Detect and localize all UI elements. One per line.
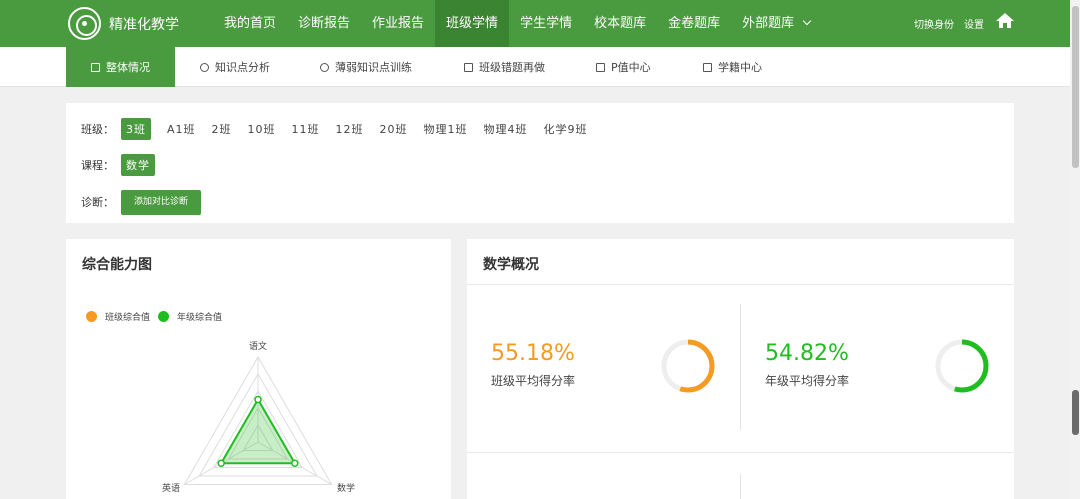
logo[interactable]: 精准化教学 [68, 7, 179, 40]
page-scrollbar[interactable] [1070, 0, 1080, 499]
class-average-value: 55.18% [491, 341, 575, 366]
image-icon [464, 62, 473, 72]
stat-divider-lower [740, 474, 741, 499]
class-average-ring [661, 339, 715, 393]
overview-card-title: 数学概况 [483, 257, 539, 273]
legend-dot-grade [158, 311, 170, 322]
subnav-overall[interactable]: 整体情况 [66, 47, 175, 87]
class-option[interactable]: 20班 [380, 118, 408, 140]
grade-average-ring [935, 339, 989, 393]
nav-external-label: 外部题库 [742, 16, 795, 31]
class-option[interactable]: 物理1班 [424, 118, 468, 140]
switch-identity-link[interactable]: 切换身份 [914, 16, 954, 31]
class-option[interactable]: A1班 [167, 118, 196, 140]
book-icon [703, 62, 712, 72]
subnav-weak-training[interactable]: 薄弱知识点训练 [320, 47, 412, 87]
picture-icon [596, 62, 605, 72]
radar-series [217, 395, 299, 467]
subnav-p-value[interactable]: P值中心 [596, 47, 651, 87]
logo-icon [68, 7, 101, 40]
nav-student-analysis[interactable]: 学生学情 [509, 0, 583, 47]
class-option[interactable]: 2班 [212, 118, 232, 140]
class-option[interactable]: 物理4班 [484, 118, 528, 140]
grade-average-stat: 54.82% 年级平均得分率 [765, 341, 849, 389]
class-option[interactable]: 11班 [292, 118, 320, 140]
nav-home[interactable]: 我的首页 [213, 0, 287, 47]
grade-average-value: 54.82% [765, 341, 849, 366]
chevron-down-icon [802, 16, 812, 26]
radar-chart: 语文 数学 英语 [162, 340, 355, 494]
grade-average-label: 年级平均得分率 [765, 374, 850, 388]
subnav-mistakes-label: 班级错题再做 [479, 61, 545, 74]
subnav-class-mistakes[interactable]: 班级错题再做 [464, 47, 545, 87]
report-icon [91, 62, 100, 72]
subnav-knowledge-label: 知识点分析 [215, 61, 270, 74]
radar-point[interactable] [217, 459, 225, 467]
nav-diagnosis-report[interactable]: 诊断报告 [287, 0, 361, 47]
subnav-knowledge-analysis[interactable]: 知识点分析 [200, 47, 270, 87]
legend-item-class[interactable]: 班级综合值 [86, 310, 150, 323]
diagnosis-filter-row: 诊断： 添加对比诊断 [81, 189, 202, 215]
chart-legend: 班级综合值 年级综合值 [86, 310, 230, 323]
subnav-p-value-label: P值中心 [611, 61, 651, 74]
row-divider [467, 452, 1014, 453]
class-average-label: 班级平均得分率 [491, 374, 576, 388]
stat-divider [740, 304, 741, 430]
crosshair-icon [320, 62, 329, 72]
subnav-student-records[interactable]: 学籍中心 [703, 47, 762, 87]
filter-panel: 班级： 3班 A1班 2班 10班 11班 12班 20班 物理1班 物理4班 … [66, 103, 1014, 223]
class-average-stat: 55.18% 班级平均得分率 [491, 341, 575, 389]
nav-school-question-bank[interactable]: 校本题库 [583, 0, 657, 47]
radar-series-area [219, 397, 297, 465]
class-filter-row: 班级： 3班 A1班 2班 10班 11班 12班 20班 物理1班 物理4班 … [81, 118, 604, 140]
class-option[interactable]: 3班 [121, 118, 151, 140]
legend-dot-class [86, 311, 97, 322]
radar-axis-label: 英语 [162, 482, 180, 494]
subnav-overall-label: 整体情况 [106, 61, 150, 74]
radar-axis-label: 语文 [249, 340, 267, 352]
add-compare-diagnosis-button[interactable]: 添加对比诊断 [121, 189, 202, 215]
legend-item-grade[interactable]: 年级综合值 [158, 310, 222, 323]
sub-navbar: 整体情况 知识点分析 薄弱知识点训练 班级错题再做 P值中心 学籍中心 [0, 47, 1080, 87]
nav-gold-question-bank[interactable]: 金卷题库 [657, 0, 731, 47]
nav-external-question-bank[interactable]: 外部题库 [731, 0, 821, 47]
class-option[interactable]: 10班 [248, 118, 276, 140]
card-title-divider [467, 284, 1014, 285]
top-navbar: 精准化教学 我的首页 诊断报告 作业报告 班级学情 学生学情 校本题库 金卷题库… [0, 0, 1080, 47]
home-icon[interactable] [996, 12, 1014, 29]
class-filter-label: 班级： [81, 123, 114, 136]
scrollbar-thumb-secondary[interactable] [1072, 390, 1079, 435]
ability-card-title: 综合能力图 [82, 257, 152, 273]
class-option[interactable]: 化学9班 [544, 118, 588, 140]
nav-class-analysis[interactable]: 班级学情 [435, 0, 510, 47]
course-option[interactable]: 数学 [121, 154, 155, 176]
radar-point[interactable] [291, 459, 299, 467]
radar-point[interactable] [254, 395, 262, 404]
course-filter-row: 课程： 数学 [81, 154, 171, 176]
main-nav: 我的首页 诊断报告 作业报告 班级学情 学生学情 校本题库 金卷题库 外部题库 [213, 0, 821, 47]
class-option[interactable]: 12班 [336, 118, 364, 140]
settings-link[interactable]: 设置 [964, 16, 984, 31]
subnav-records-label: 学籍中心 [718, 61, 762, 74]
legend-label-class: 班级综合值 [105, 313, 151, 323]
logo-text: 精准化教学 [109, 16, 179, 33]
radar-axis-label: 数学 [337, 482, 355, 494]
subnav-weak-label: 薄弱知识点训练 [335, 61, 412, 74]
nav-homework-report[interactable]: 作业报告 [361, 0, 435, 47]
legend-label-grade: 年级综合值 [177, 313, 223, 323]
top-right-actions: 切换身份 设置 [914, 0, 1014, 47]
overview-card: 数学概况 55.18% 班级平均得分率 54.82% 年级平均得分率 [467, 239, 1014, 499]
course-filter-label: 课程： [81, 159, 114, 172]
ability-chart-card: 综合能力图 班级综合值 年级综合值 语文 数学 英语 [66, 239, 451, 499]
scrollbar-thumb[interactable] [1072, 6, 1079, 168]
analysis-icon [200, 62, 209, 72]
diagnosis-filter-label: 诊断： [81, 196, 114, 209]
